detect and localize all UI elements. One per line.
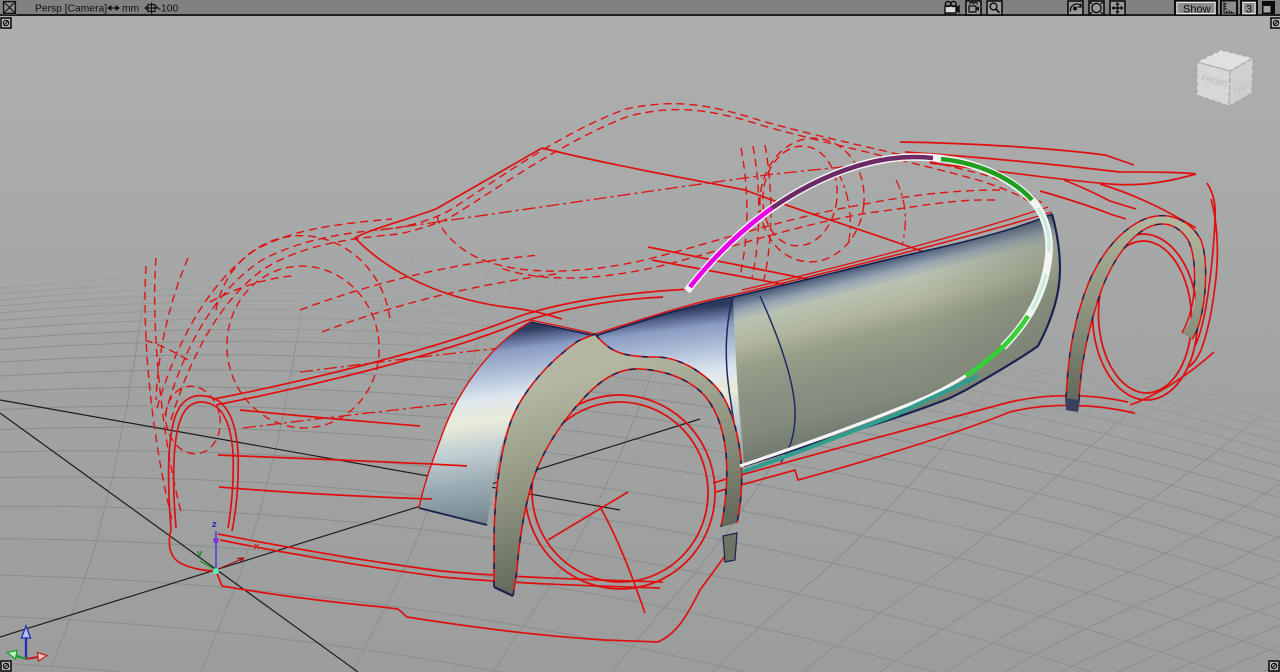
svg-text:Show: Show — [1183, 4, 1211, 16]
svg-text:100: 100 — [161, 4, 178, 15]
svg-text:3: 3 — [1246, 4, 1252, 16]
svg-text:mm: mm — [122, 4, 139, 15]
svg-text:Persp [Camera]: Persp [Camera] — [35, 4, 107, 15]
svg-text:x: x — [254, 541, 260, 552]
svg-text:y: y — [197, 548, 203, 559]
svg-text:z: z — [212, 519, 217, 530]
